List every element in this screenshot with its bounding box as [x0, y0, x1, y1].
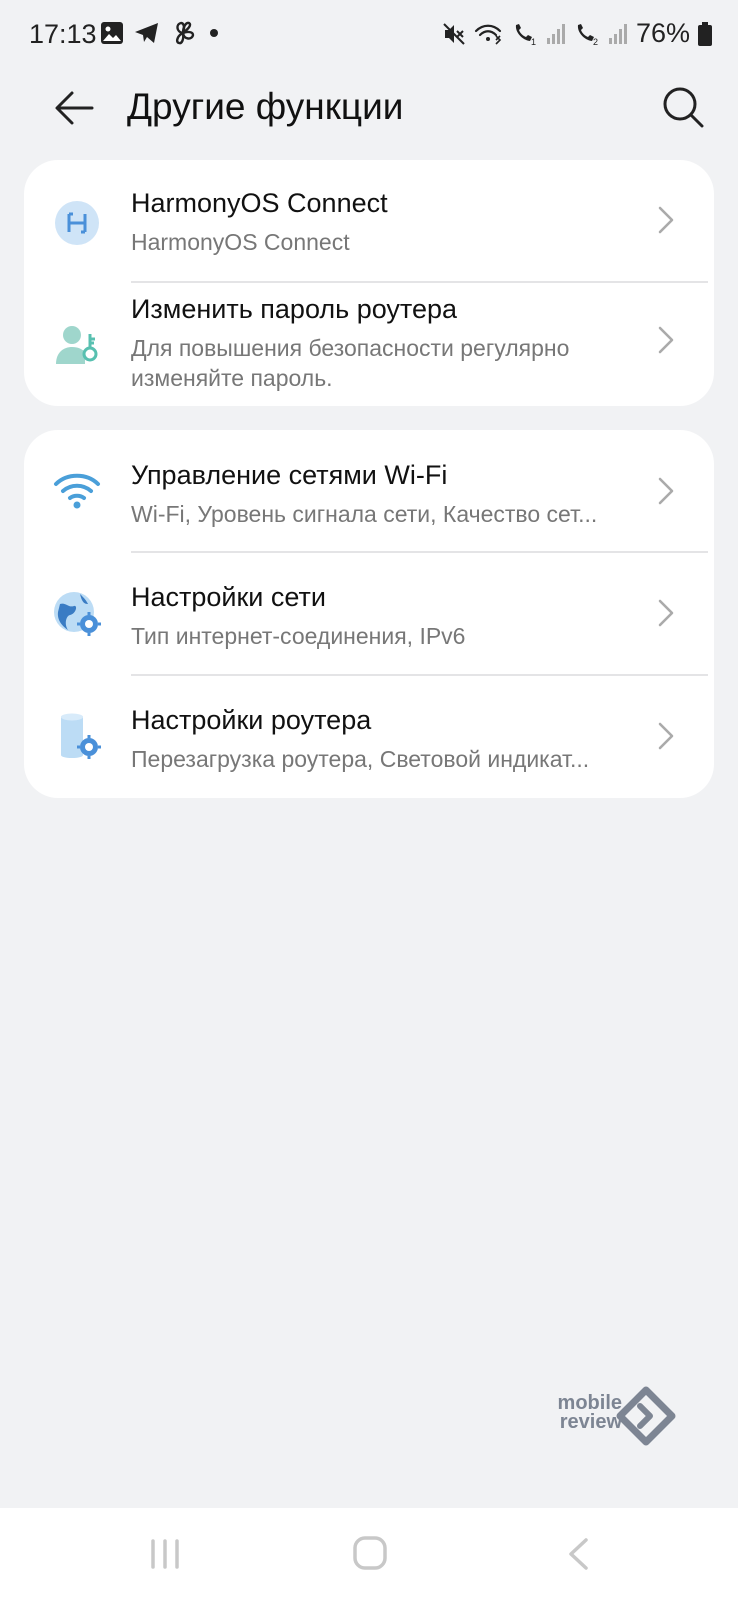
page-title: Другие функции: [127, 86, 404, 127]
status-bar: 17:13 1 2 76%: [0, 0, 738, 72]
battery-icon: [698, 21, 712, 46]
search-icon[interactable]: [660, 84, 706, 130]
sim2-call-icon: 2: [577, 23, 598, 46]
home-icon[interactable]: [352, 1535, 388, 1571]
item-title: Настройки сети: [131, 582, 326, 612]
item-title: Настройки роутера: [131, 705, 372, 735]
list-item-wifi-management[interactable]: Управление сетями Wi-Fi Wi-Fi, Уровень с…: [24, 430, 714, 552]
item-subtitle: Тип интернет-соединения, IPv6: [131, 623, 466, 649]
battery-percent: 76%: [635, 18, 690, 48]
item-title: Управление сетями Wi-Fi: [131, 460, 448, 490]
chevron-right-icon: [658, 206, 674, 234]
chevron-right-icon: [658, 326, 674, 354]
item-subtitle: Для повышения безопасности регулярно изм…: [131, 335, 570, 391]
settings-group-1: HarmonyOS Connect HarmonyOS Connect Изме…: [24, 160, 714, 406]
recent-apps-icon[interactable]: [148, 1537, 182, 1571]
item-title: Изменить пароль роутера: [131, 294, 458, 324]
item-subtitle: Wi-Fi, Уровень сигнала сети, Качество се…: [131, 501, 598, 527]
gallery-icon: [101, 22, 123, 44]
fan-icon: [175, 21, 195, 45]
back-arrow-icon[interactable]: [52, 86, 96, 130]
sim2-signal-icon: [608, 23, 627, 44]
mobile-review-logo-icon: [616, 1386, 676, 1446]
mute-icon: [443, 22, 465, 45]
app-bar: Другие функции: [0, 74, 738, 160]
svg-text:1: 1: [531, 37, 536, 46]
settings-group-2: Управление сетями Wi-Fi Wi-Fi, Уровень с…: [24, 430, 714, 798]
chevron-right-icon: [658, 477, 674, 505]
item-title: HarmonyOS Connect: [131, 188, 388, 218]
item-subtitle: HarmonyOS Connect: [131, 229, 350, 255]
list-item-change-router-password[interactable]: Изменить пароль роутера Для повышения бе…: [24, 282, 714, 406]
list-item-harmonyos-connect[interactable]: HarmonyOS Connect HarmonyOS Connect: [24, 160, 714, 280]
item-subtitle: Перезагрузка роутера, Световой индикат..…: [131, 746, 590, 772]
watermark-line-2: review: [559, 1411, 622, 1433]
list-item-network-settings[interactable]: Настройки сети Тип интернет-соединения, …: [24, 552, 714, 675]
globe-gear-icon: [54, 592, 101, 636]
status-time: 17:13: [29, 19, 97, 49]
back-nav-icon[interactable]: [566, 1537, 592, 1571]
telegram-icon: [135, 23, 158, 43]
system-navigation-bar: [0, 1508, 738, 1600]
chevron-right-icon: [658, 722, 674, 750]
chevron-right-icon: [658, 599, 674, 627]
dot-icon: [210, 29, 218, 37]
user-key-icon: [56, 326, 98, 364]
svg-text:2: 2: [593, 37, 598, 46]
sim1-call-icon: 1: [515, 23, 536, 46]
sim1-signal-icon: [546, 23, 565, 44]
wifi-call-icon: [474, 24, 502, 45]
wifi-icon: [54, 473, 100, 509]
router-gear-icon: [61, 713, 101, 759]
list-item-router-settings[interactable]: Настройки роутера Перезагрузка роутера, …: [24, 675, 714, 798]
harmonyos-icon: [55, 201, 99, 245]
